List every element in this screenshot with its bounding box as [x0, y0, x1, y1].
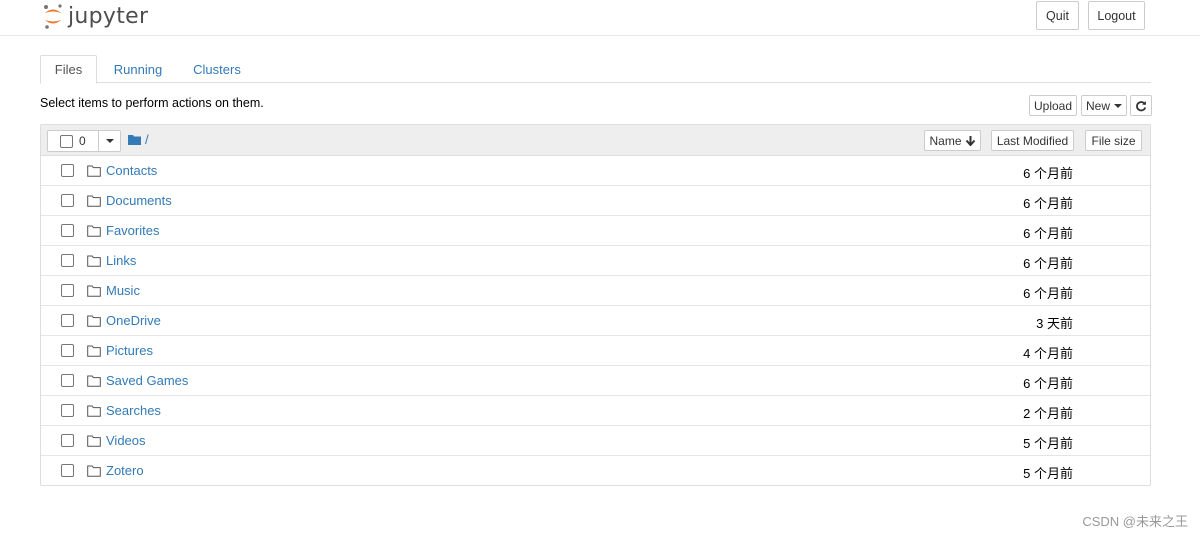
caret-down-icon: [1114, 103, 1122, 108]
item-modified-time: 6 个月前: [1023, 256, 1073, 271]
selected-count: 0: [79, 134, 86, 148]
item-name-link[interactable]: OneDrive: [106, 313, 161, 328]
list-item[interactable]: Music 6 个月前: [41, 276, 1150, 306]
file-list: 0 / Name Last Modified File size Contact…: [40, 124, 1151, 486]
item-checkbox[interactable]: [61, 314, 74, 327]
item-name-link[interactable]: Searches: [106, 403, 161, 418]
folder-icon: [87, 165, 101, 177]
tab-bar: Files Running Clusters: [40, 55, 1151, 84]
list-item[interactable]: Videos 5 个月前: [41, 426, 1150, 456]
list-item[interactable]: Saved Games 6 个月前: [41, 366, 1150, 396]
item-name-link[interactable]: Documents: [106, 193, 172, 208]
item-checkbox[interactable]: [61, 284, 74, 297]
refresh-icon: [1136, 100, 1147, 111]
folder-icon: [87, 465, 101, 477]
sort-by-name-button[interactable]: Name: [924, 130, 981, 151]
caret-down-icon: [106, 139, 114, 143]
arrow-down-icon: [965, 136, 975, 146]
select-all-group: 0: [47, 130, 121, 152]
folder-icon: [87, 285, 101, 297]
item-modified-time: 6 个月前: [1023, 286, 1073, 301]
item-checkbox[interactable]: [61, 254, 74, 267]
folder-icon: [87, 195, 101, 207]
item-name-link[interactable]: Music: [106, 283, 140, 298]
list-item[interactable]: Contacts 6 个月前: [41, 156, 1150, 186]
folder-icon: [87, 345, 101, 357]
item-checkbox[interactable]: [61, 194, 74, 207]
item-name-link[interactable]: Saved Games: [106, 373, 188, 388]
folder-icon: [128, 135, 141, 145]
item-name-link[interactable]: Videos: [106, 433, 146, 448]
jupyter-logo-icon: [44, 4, 62, 29]
tab-files[interactable]: Files: [40, 55, 97, 84]
item-modified-time: 6 个月前: [1023, 166, 1073, 181]
list-item[interactable]: Favorites 6 个月前: [41, 216, 1150, 246]
item-modified-time: 5 个月前: [1023, 436, 1073, 451]
list-item[interactable]: Searches 2 个月前: [41, 396, 1150, 426]
folder-icon: [87, 255, 101, 267]
item-checkbox[interactable]: [61, 224, 74, 237]
item-modified-time: 4 个月前: [1023, 346, 1073, 361]
item-modified-time: 6 个月前: [1023, 226, 1073, 241]
item-modified-time: 5 个月前: [1023, 466, 1073, 481]
instructions-text: Select items to perform actions on them.: [40, 96, 264, 110]
new-button[interactable]: New: [1081, 95, 1127, 116]
item-modified-time: 6 个月前: [1023, 376, 1073, 391]
upload-button[interactable]: Upload: [1029, 95, 1077, 116]
item-checkbox[interactable]: [61, 404, 74, 417]
item-checkbox[interactable]: [61, 344, 74, 357]
folder-icon: [87, 405, 101, 417]
sort-by-size-button[interactable]: File size: [1085, 130, 1142, 151]
item-name-link[interactable]: Pictures: [106, 343, 153, 358]
logo-text: jupyter: [68, 3, 149, 29]
logout-button[interactable]: Logout: [1088, 1, 1145, 30]
sort-name-label: Name: [929, 133, 962, 148]
item-modified-time: 3 天前: [1036, 316, 1073, 331]
item-modified-time: 6 个月前: [1023, 196, 1073, 211]
list-item[interactable]: Documents 6 个月前: [41, 186, 1150, 216]
item-name-link[interactable]: Links: [106, 253, 136, 268]
new-button-label: New: [1085, 98, 1110, 113]
item-name-link[interactable]: Zotero: [106, 463, 144, 478]
item-name-link[interactable]: Contacts: [106, 163, 157, 178]
breadcrumb-root[interactable]: /: [145, 132, 149, 147]
select-all-checkbox[interactable]: [60, 135, 73, 148]
refresh-button[interactable]: [1130, 95, 1152, 116]
item-checkbox[interactable]: [61, 164, 74, 177]
jupyter-logo[interactable]: jupyter: [42, 1, 148, 31]
watermark: CSDN @未来之王: [1082, 514, 1188, 529]
folder-icon: [87, 435, 101, 447]
top-header: jupyter Quit Logout: [0, 0, 1200, 36]
item-checkbox[interactable]: [61, 434, 74, 447]
quit-button[interactable]: Quit: [1036, 1, 1079, 30]
file-list-header: 0 / Name Last Modified File size: [41, 125, 1150, 156]
item-checkbox[interactable]: [61, 464, 74, 477]
folder-icon: [87, 375, 101, 387]
list-item[interactable]: Pictures 4 个月前: [41, 336, 1150, 366]
item-name-link[interactable]: Favorites: [106, 223, 159, 238]
list-item[interactable]: OneDrive 3 天前: [41, 306, 1150, 336]
select-dropdown-button[interactable]: [100, 133, 120, 149]
tab-clusters[interactable]: Clusters: [182, 55, 252, 84]
sort-by-modified-button[interactable]: Last Modified: [991, 130, 1074, 151]
item-checkbox[interactable]: [61, 374, 74, 387]
list-item[interactable]: Zotero 5 个月前: [41, 456, 1150, 486]
folder-icon: [87, 225, 101, 237]
item-modified-time: 2 个月前: [1023, 406, 1073, 421]
folder-icon: [87, 315, 101, 327]
divider: [98, 131, 99, 151]
breadcrumb[interactable]: /: [128, 132, 149, 147]
tab-running[interactable]: Running: [102, 55, 174, 84]
list-item[interactable]: Links 6 个月前: [41, 246, 1150, 276]
